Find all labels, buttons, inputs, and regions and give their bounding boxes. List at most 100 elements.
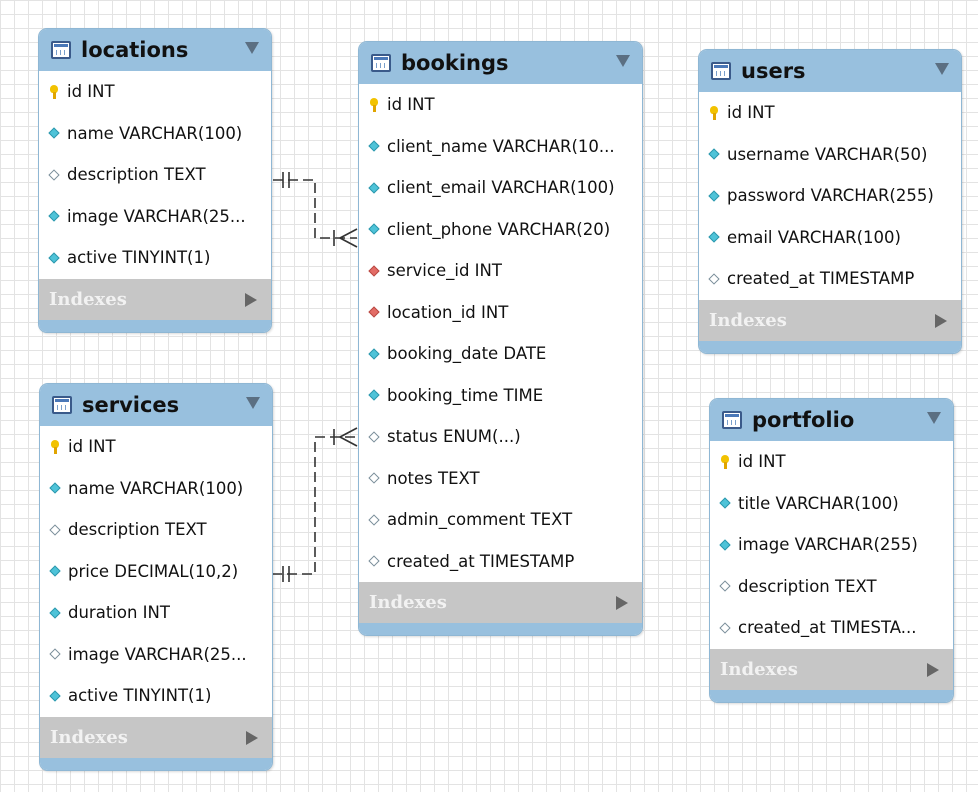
column-row[interactable]: booking_date DATE — [359, 333, 642, 375]
column-row[interactable]: created_at TIMESTAMP — [359, 541, 642, 583]
column-label: client_name VARCHAR(10... — [387, 136, 615, 156]
column-label: booking_date DATE — [387, 344, 547, 364]
column-row[interactable]: client_email VARCHAR(100) — [359, 167, 642, 209]
column-list: id INT client_name VARCHAR(10... client_… — [359, 84, 642, 582]
table-locations[interactable]: locations id INT name VARCHAR(100) descr… — [38, 28, 272, 333]
column-row[interactable]: client_name VARCHAR(10... — [359, 126, 642, 168]
expand-arrow-icon[interactable] — [935, 313, 947, 328]
column-row[interactable]: description TEXT — [39, 154, 271, 196]
table-header[interactable]: locations — [39, 29, 271, 71]
not-null-column-icon — [367, 222, 381, 236]
column-label: price DECIMAL(10,2) — [68, 561, 239, 581]
column-row[interactable]: notes TEXT — [359, 458, 642, 500]
table-footer — [710, 689, 953, 702]
column-list: id INT username VARCHAR(50) password VAR… — [699, 92, 961, 300]
not-null-column-icon — [367, 388, 381, 402]
foreign-key-icon — [367, 305, 381, 319]
column-row[interactable]: name VARCHAR(100) — [39, 113, 271, 155]
column-row[interactable]: location_id INT — [359, 292, 642, 334]
table-icon — [51, 41, 71, 59]
column-label: image VARCHAR(255) — [738, 535, 918, 555]
column-row[interactable]: username VARCHAR(50) — [699, 134, 961, 176]
column-row[interactable]: created_at TIMESTA... — [710, 607, 953, 649]
column-row[interactable]: description TEXT — [710, 566, 953, 608]
table-title: services — [82, 393, 180, 417]
collapse-arrow-icon[interactable] — [935, 63, 949, 75]
column-row[interactable]: price DECIMAL(10,2) — [40, 551, 272, 593]
collapse-arrow-icon[interactable] — [246, 397, 260, 409]
indexes-bar[interactable]: Indexes — [40, 716, 272, 758]
table-header[interactable]: users — [699, 50, 961, 92]
table-services[interactable]: services id INT name VARCHAR(100) descri… — [39, 383, 273, 771]
expand-arrow-icon[interactable] — [245, 292, 257, 307]
not-null-column-icon — [48, 481, 62, 495]
table-portfolio[interactable]: portfolio id INT title VARCHAR(100) imag… — [709, 398, 954, 703]
relationship-locations-bookings[interactable] — [273, 172, 358, 248]
not-null-column-icon — [707, 230, 721, 244]
relationship-line — [272, 436, 357, 575]
column-row[interactable]: id INT — [359, 84, 642, 126]
column-row[interactable]: active TINYINT(1) — [39, 237, 271, 279]
indexes-bar[interactable]: Indexes — [710, 648, 953, 690]
column-row[interactable]: title VARCHAR(100) — [710, 483, 953, 525]
not-null-column-icon — [48, 689, 62, 703]
column-row[interactable]: image VARCHAR(255) — [710, 524, 953, 566]
column-row[interactable]: status ENUM(...) — [359, 416, 642, 458]
column-label: active TINYINT(1) — [68, 686, 212, 706]
not-null-column-icon — [367, 181, 381, 195]
column-row[interactable]: description TEXT — [40, 509, 272, 551]
collapse-arrow-icon[interactable] — [927, 412, 941, 424]
column-row[interactable]: id INT — [699, 92, 961, 134]
collapse-arrow-icon[interactable] — [245, 42, 259, 54]
table-users[interactable]: users id INT username VARCHAR(50) passwo… — [698, 49, 962, 354]
column-row[interactable]: id INT — [710, 441, 953, 483]
indexes-bar[interactable]: Indexes — [359, 582, 642, 623]
relationship-services-bookings[interactable] — [272, 427, 358, 582]
indexes-label: Indexes — [49, 288, 127, 310]
column-label: id INT — [387, 95, 435, 115]
indexes-bar[interactable]: Indexes — [699, 299, 961, 341]
column-row[interactable]: duration INT — [40, 592, 272, 634]
column-row[interactable]: active TINYINT(1) — [40, 675, 272, 717]
column-row[interactable]: name VARCHAR(100) — [40, 468, 272, 510]
column-row[interactable]: image VARCHAR(25... — [39, 196, 271, 238]
indexes-label: Indexes — [50, 726, 128, 748]
table-bookings[interactable]: bookings id INT client_name VARCHAR(10..… — [358, 41, 643, 636]
indexes-label: Indexes — [709, 309, 787, 331]
column-label: email VARCHAR(100) — [727, 227, 901, 247]
column-label: service_id INT — [387, 261, 502, 281]
column-list: id INT name VARCHAR(100) description TEX… — [40, 426, 272, 717]
column-label: name VARCHAR(100) — [68, 478, 244, 498]
table-header[interactable]: bookings — [359, 42, 642, 84]
column-label: created_at TIMESTAMP — [387, 551, 575, 571]
table-header[interactable]: portfolio — [710, 399, 953, 441]
column-row[interactable]: id INT — [39, 71, 271, 113]
expand-arrow-icon[interactable] — [927, 662, 939, 677]
column-label: id INT — [738, 452, 786, 472]
table-footer — [699, 340, 961, 353]
column-label: name VARCHAR(100) — [67, 123, 243, 143]
nullable-column-icon — [718, 579, 732, 593]
collapse-arrow-icon[interactable] — [616, 55, 630, 67]
expand-arrow-icon[interactable] — [246, 730, 258, 745]
column-label: id INT — [67, 82, 115, 102]
column-row[interactable]: email VARCHAR(100) — [699, 217, 961, 259]
column-row[interactable]: service_id INT — [359, 250, 642, 292]
column-row[interactable]: admin_comment TEXT — [359, 499, 642, 541]
column-row[interactable]: id INT — [40, 426, 272, 468]
column-row[interactable]: created_at TIMESTAMP — [699, 258, 961, 300]
table-header[interactable]: services — [40, 384, 272, 426]
column-label: description TEXT — [67, 165, 206, 185]
column-row[interactable]: image VARCHAR(25... — [40, 634, 272, 676]
crowfoot-marker — [339, 228, 358, 239]
not-null-column-icon — [707, 147, 721, 161]
column-label: title VARCHAR(100) — [738, 493, 899, 513]
column-list: id INT name VARCHAR(100) description TEX… — [39, 71, 271, 279]
column-row[interactable]: client_phone VARCHAR(20) — [359, 209, 642, 251]
not-null-column-icon — [48, 606, 62, 620]
expand-arrow-icon[interactable] — [616, 596, 628, 610]
column-row[interactable]: booking_time TIME — [359, 375, 642, 417]
column-row[interactable]: password VARCHAR(255) — [699, 175, 961, 217]
er-diagram-canvas: locations id INT name VARCHAR(100) descr… — [0, 0, 978, 792]
indexes-bar[interactable]: Indexes — [39, 278, 271, 320]
